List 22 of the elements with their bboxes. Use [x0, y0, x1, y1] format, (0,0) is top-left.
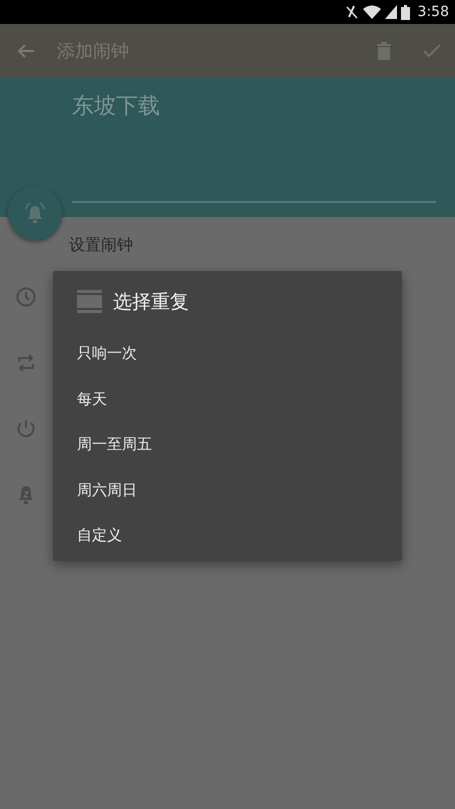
- repeat-option[interactable]: 每天: [77, 376, 377, 422]
- clock-icon: [16, 287, 36, 307]
- bell-icon: [24, 202, 46, 224]
- repeat-option[interactable]: 自定义: [77, 513, 377, 558]
- mute-icon: [344, 4, 359, 20]
- trash-icon[interactable]: [377, 42, 391, 60]
- alarm-fab[interactable]: [8, 186, 62, 240]
- snooze-bell-icon: [18, 485, 34, 505]
- repeat-option[interactable]: 周一至周五: [77, 422, 377, 468]
- wifi-icon: [362, 5, 381, 19]
- repeat-option[interactable]: 只响一次: [77, 331, 377, 376]
- repeat-icon: [17, 353, 35, 373]
- repeat-option[interactable]: 周六周日: [77, 468, 377, 513]
- list-icon: [77, 290, 102, 314]
- section-label: 设置闹钟: [69, 235, 133, 255]
- back-arrow-icon[interactable]: [17, 42, 35, 58]
- status-time: 3:58: [418, 4, 449, 20]
- dialog-title: 选择重复: [113, 290, 189, 315]
- power-icon: [16, 419, 36, 439]
- battery-icon: [400, 4, 410, 20]
- signal-icon: [384, 5, 397, 19]
- check-icon[interactable]: [423, 44, 441, 58]
